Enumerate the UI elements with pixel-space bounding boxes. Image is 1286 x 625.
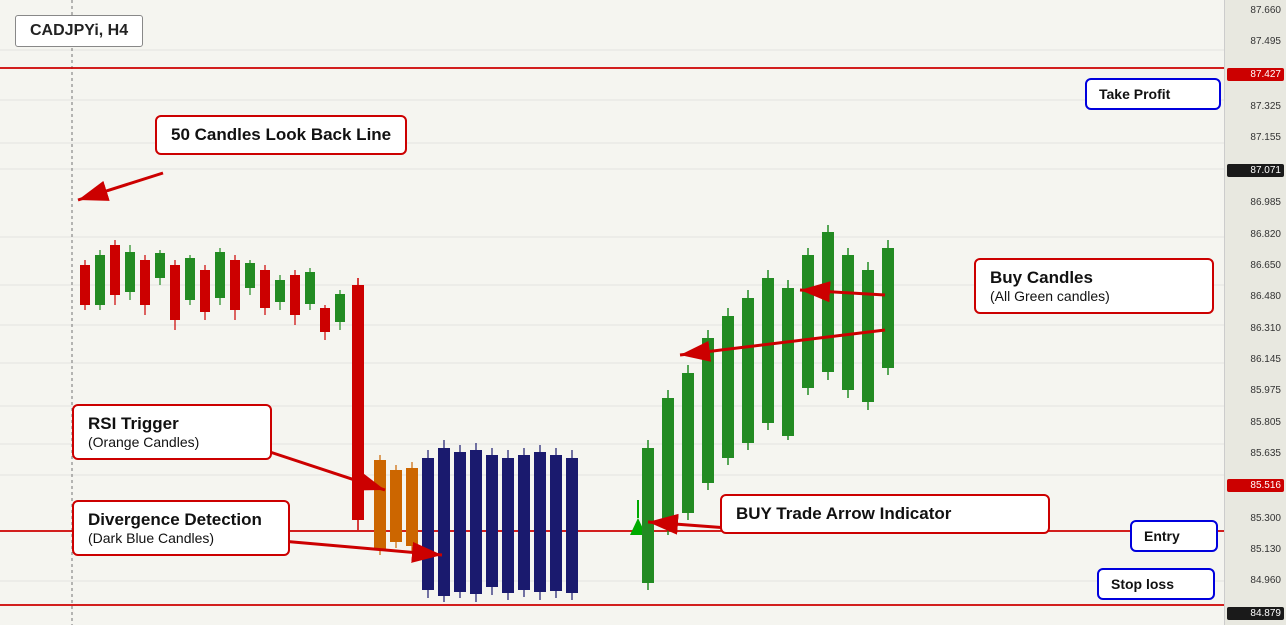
buy-arrow-annotation: BUY Trade Arrow Indicator bbox=[720, 494, 1050, 534]
divergence-annotation: Divergence Detection (Dark Blue Candles) bbox=[72, 500, 290, 556]
entry-annotation: Entry bbox=[1130, 520, 1218, 552]
price-84960: 84.960 bbox=[1227, 575, 1284, 586]
buy-arrow-title: BUY Trade Arrow Indicator bbox=[736, 504, 1034, 524]
price-85130: 85.130 bbox=[1227, 544, 1284, 555]
lookback-line-annotation: 50 Candles Look Back Line bbox=[155, 115, 407, 155]
symbol-text: CADJPYi, H4 bbox=[30, 22, 128, 39]
chart-container: 87.660 87.495 87.427 87.325 87.155 87.07… bbox=[0, 0, 1286, 625]
price-87427: 87.427 bbox=[1227, 68, 1284, 81]
price-85300: 85.300 bbox=[1227, 513, 1284, 524]
price-87155: 87.155 bbox=[1227, 132, 1284, 143]
rsi-trigger-subtitle: (Orange Candles) bbox=[88, 434, 256, 450]
entry-label: Entry bbox=[1144, 528, 1204, 544]
price-86650: 86.650 bbox=[1227, 260, 1284, 271]
price-87495: 87.495 bbox=[1227, 36, 1284, 47]
buy-candles-subtitle: (All Green candles) bbox=[990, 288, 1198, 304]
price-85635: 85.635 bbox=[1227, 448, 1284, 459]
price-87071-current: 87.071 bbox=[1227, 164, 1284, 177]
divergence-subtitle: (Dark Blue Candles) bbox=[88, 530, 274, 546]
lookback-line-title: 50 Candles Look Back Line bbox=[171, 125, 391, 145]
take-profit-label: Take Profit bbox=[1099, 86, 1207, 102]
divergence-title: Divergence Detection bbox=[88, 510, 274, 530]
rsi-trigger-title: RSI Trigger bbox=[88, 414, 256, 434]
price-axis: 87.660 87.495 87.427 87.325 87.155 87.07… bbox=[1224, 0, 1286, 625]
price-86985: 86.985 bbox=[1227, 197, 1284, 208]
rsi-trigger-annotation: RSI Trigger (Orange Candles) bbox=[72, 404, 272, 460]
price-86310: 86.310 bbox=[1227, 323, 1284, 334]
stop-loss-label: Stop loss bbox=[1111, 576, 1201, 592]
price-85516: 85.516 bbox=[1227, 479, 1284, 492]
symbol-label: CADJPYi, H4 bbox=[15, 15, 143, 47]
take-profit-annotation: Take Profit bbox=[1085, 78, 1221, 110]
stop-loss-annotation: Stop loss bbox=[1097, 568, 1215, 600]
buy-candles-title: Buy Candles bbox=[990, 268, 1198, 288]
price-87325: 87.325 bbox=[1227, 101, 1284, 112]
price-85805: 85.805 bbox=[1227, 417, 1284, 428]
price-86480: 86.480 bbox=[1227, 291, 1284, 302]
price-86820: 86.820 bbox=[1227, 229, 1284, 240]
price-84879: 84.879 bbox=[1227, 607, 1284, 620]
price-86145: 86.145 bbox=[1227, 354, 1284, 365]
buy-candles-annotation: Buy Candles (All Green candles) bbox=[974, 258, 1214, 314]
price-87660: 87.660 bbox=[1227, 5, 1284, 16]
price-85975: 85.975 bbox=[1227, 385, 1284, 396]
